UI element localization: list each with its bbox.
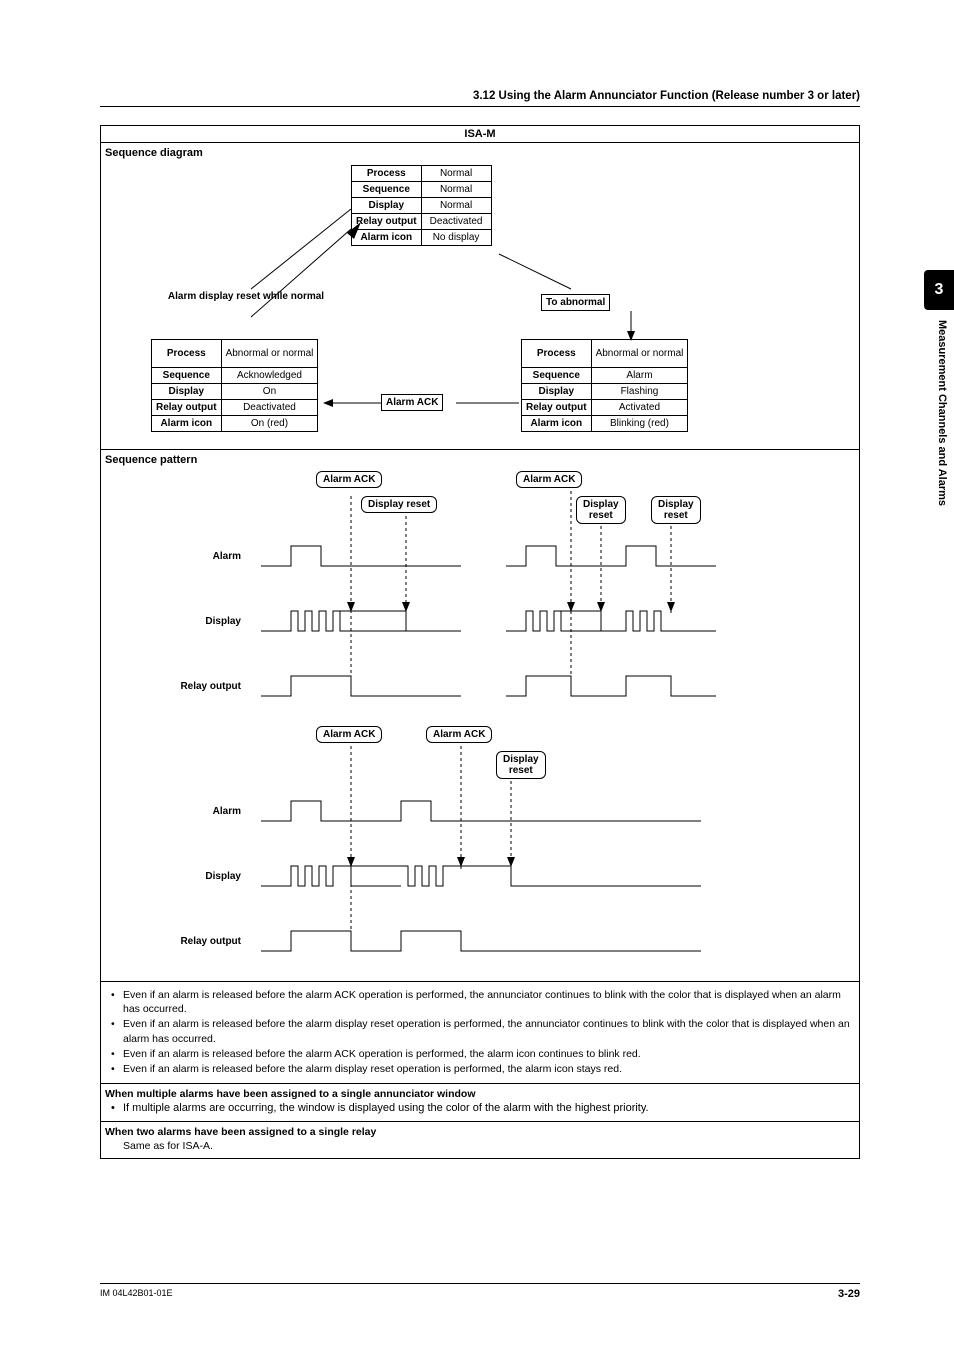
two-alarm-note: Same as for ISA-A. <box>105 1138 855 1152</box>
diagram-arrows <box>101 159 861 449</box>
page-footer: IM 04L42B01-01E 3-29 <box>100 1283 860 1300</box>
page-number: 3-29 <box>838 1288 860 1300</box>
note-item: •Even if an alarm is released before the… <box>111 1017 853 1045</box>
note-item: •Even if an alarm is released before the… <box>111 988 853 1016</box>
note-item: •If multiple alarms are occurring, the w… <box>105 1100 855 1118</box>
note-text: Even if an alarm is released before the … <box>123 1062 622 1076</box>
pattern1-left-svg <box>251 486 481 706</box>
pattern2-svg <box>251 741 721 966</box>
pattern-row-1: Alarm ACK Display reset Alarm ACK Displa… <box>101 466 859 721</box>
sequence-diagram: ProcessNormal SequenceNormal DisplayNorm… <box>101 159 859 449</box>
isa-title: ISA-M <box>101 126 859 143</box>
chapter-tab: 3 <box>924 270 954 310</box>
pattern-row-2: Alarm ACK Alarm ACK Display reset Alarm … <box>101 721 859 981</box>
content-box: ISA-M Sequence diagram ProcessNormal Seq… <box>100 125 860 1159</box>
chapter-title: Measurement Channels and Alarms <box>936 320 948 506</box>
note-item: •Even if an alarm is released before the… <box>111 1047 853 1061</box>
note-text: Even if an alarm is released before the … <box>123 1017 853 1045</box>
doc-id: IM 04L42B01-01E <box>100 1288 173 1300</box>
relay-output-label: Relay output <box>161 681 241 692</box>
multi-alarm-section: When multiple alarms have been assigned … <box>101 1083 859 1121</box>
section-header: 3.12 Using the Alarm Annunciator Functio… <box>100 90 860 107</box>
sequence-diagram-label: Sequence diagram <box>101 143 859 159</box>
alarm-label: Alarm <box>171 551 241 562</box>
notes-section: •Even if an alarm is released before the… <box>101 981 859 1083</box>
display-label: Display <box>171 616 241 627</box>
sequence-pattern-area: Sequence pattern Alarm ACK Display reset… <box>101 449 859 981</box>
note-text: Even if an alarm is released before the … <box>123 988 853 1016</box>
relay-output-label-2: Relay output <box>161 936 241 947</box>
note-item: •Even if an alarm is released before the… <box>111 1062 853 1076</box>
note-text: If multiple alarms are occurring, the wi… <box>123 1102 649 1114</box>
chapter-number: 3 <box>935 281 944 299</box>
sequence-pattern-label: Sequence pattern <box>101 450 859 466</box>
display-label-2: Display <box>171 871 241 882</box>
note-text: Even if an alarm is released before the … <box>123 1047 641 1061</box>
pattern1-right-svg <box>496 486 736 706</box>
two-alarm-heading: When two alarms have been assigned to a … <box>105 1126 855 1138</box>
two-alarm-section: When two alarms have been assigned to a … <box>101 1121 859 1158</box>
alarm-label-2: Alarm <box>171 806 241 817</box>
multi-alarm-heading: When multiple alarms have been assigned … <box>105 1088 855 1100</box>
